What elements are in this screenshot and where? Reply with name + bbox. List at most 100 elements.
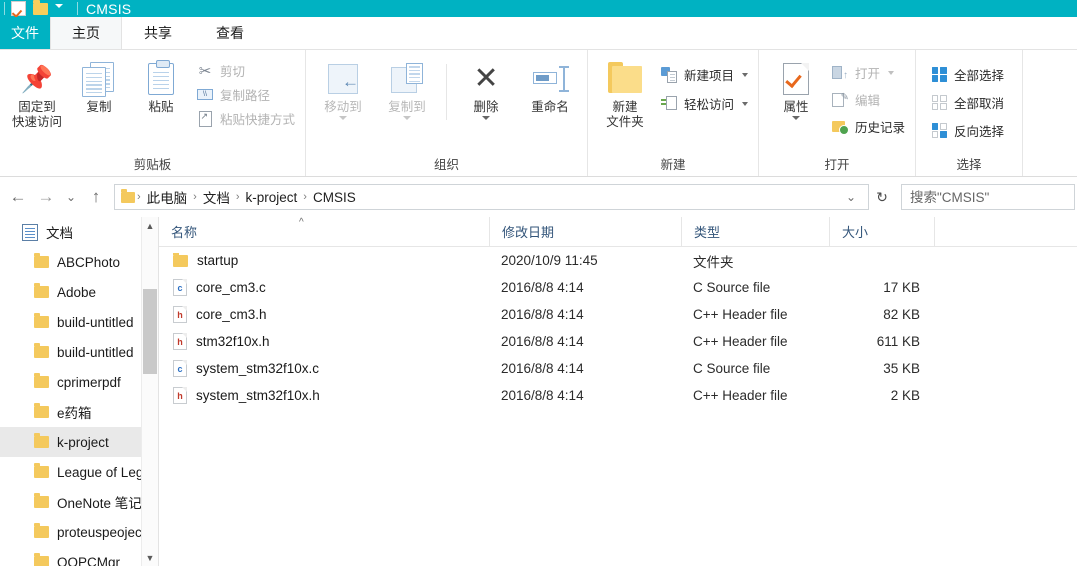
breadcrumb-item-cmsis[interactable]: CMSIS [309, 190, 360, 205]
sidebar-item-eyaoxiang[interactable]: e药箱 [0, 397, 158, 427]
tab-share[interactable]: 共享 [122, 17, 194, 49]
file-name-cell: h stm32f10x.h [159, 333, 489, 350]
ribbon-group-title-select: 选择 [956, 158, 982, 172]
new-folder-button[interactable]: 新建 文件夹 [594, 58, 656, 130]
pin-to-quick-access-button[interactable]: 📌 固定到 快速访问 [6, 58, 68, 130]
copy-button[interactable]: 复制 [68, 58, 130, 115]
breadcrumb-bar[interactable]: › 此电脑 › 文档 › k-project › CMSIS ⌄ [114, 184, 869, 210]
recent-locations-button[interactable]: ⌄ [60, 183, 82, 211]
file-name-label: stm32f10x.h [196, 334, 270, 349]
open-button[interactable]: ↑ 打开 [827, 62, 909, 83]
titlebar-divider-1 [4, 2, 5, 15]
sidebar-scrollbar[interactable]: ▲ ▼ [141, 217, 158, 566]
rename-icon [533, 58, 570, 100]
sidebar-item-proteuspeoject[interactable]: proteuspeoject [0, 517, 158, 547]
tab-home[interactable]: 主页 [50, 17, 122, 49]
invert-selection-button[interactable]: 反向选择 [926, 120, 1008, 141]
refresh-icon[interactable]: ↻ [869, 184, 895, 210]
move-to-button[interactable]: ← 移动到 [312, 58, 374, 120]
history-label: 历史记录 [855, 121, 906, 135]
folder-icon [34, 253, 49, 268]
paste-shortcut-icon [196, 110, 214, 128]
search-input[interactable] [910, 189, 1066, 205]
scrollbar-thumb[interactable] [143, 289, 157, 374]
h-file-icon: h [173, 387, 187, 404]
address-history-caret-icon[interactable]: ⌄ [840, 183, 862, 211]
copy-to-caret-icon[interactable] [403, 116, 412, 120]
new-item-caret-icon[interactable] [742, 72, 749, 77]
breadcrumb-separator: › [193, 191, 197, 203]
up-button[interactable]: ↑ [82, 183, 110, 211]
open-caret-icon[interactable] [888, 70, 895, 75]
sidebar-item-documents[interactable]: 文档 [0, 217, 158, 247]
chevron-up-icon[interactable]: ▲ [142, 217, 158, 234]
h-file-icon: h [173, 306, 187, 323]
search-box[interactable] [901, 184, 1075, 210]
cut-button[interactable]: ✂ 剪切 [192, 60, 299, 81]
rename-button[interactable]: 重命名 [519, 58, 581, 115]
breadcrumb-separator: › [303, 191, 307, 203]
sidebar-item-onenote[interactable]: OneNote 笔记本 [0, 487, 158, 517]
file-date-cell: 2016/8/8 4:14 [501, 388, 584, 403]
folder-icon [34, 343, 49, 358]
sidebar-item-adobe[interactable]: Adobe [0, 277, 158, 307]
easy-access-caret-icon[interactable] [742, 101, 749, 106]
column-header-date[interactable]: 修改日期 [489, 217, 681, 246]
properties-caret-icon[interactable] [792, 116, 801, 120]
sidebar-item-label: QQPCMgr [57, 554, 121, 566]
sidebar-item-k-project[interactable]: k-project [0, 427, 158, 457]
copy-to-button[interactable]: 复制到 [376, 58, 438, 120]
select-none-button[interactable]: 全部取消 [926, 92, 1008, 113]
file-explorer-window: CMSIS 文件 主页 共享 查看 📌 固定到 快速访问 复制 粘贴 ✂ 剪切 … [0, 0, 1077, 566]
h-file-icon: h [173, 333, 187, 350]
sidebar-item-build-untitled-2[interactable]: build-untitled [0, 337, 158, 367]
paste-shortcut-button[interactable]: 粘贴快捷方式 [192, 108, 299, 129]
invert-selection-icon [930, 122, 948, 140]
breadcrumb-item-this-pc[interactable]: 此电脑 [143, 187, 192, 207]
table-row[interactable]: h system_stm32f10x.h 2016/8/8 4:14 C++ H… [159, 382, 1077, 409]
table-row[interactable]: h stm32f10x.h 2016/8/8 4:14 C++ Header f… [159, 328, 1077, 355]
table-row[interactable]: c core_cm3.c 2016/8/8 4:14 C Source file… [159, 274, 1077, 301]
delete-x-icon: ✕ [473, 62, 499, 95]
tab-view[interactable]: 查看 [194, 17, 266, 49]
quick-access-properties-icon[interactable] [11, 0, 27, 17]
table-row[interactable]: h core_cm3.h 2016/8/8 4:14 C++ Header fi… [159, 301, 1077, 328]
history-button[interactable]: 历史记录 [827, 116, 909, 137]
table-row[interactable]: c system_stm32f10x.c 2016/8/8 4:14 C Sou… [159, 355, 1077, 382]
column-header-size[interactable]: 大小 [829, 217, 934, 246]
sidebar-item-qqpcmgr[interactable]: QQPCMgr [0, 547, 158, 566]
properties-button[interactable]: 属性 [765, 58, 827, 120]
ribbon-group-title-organize: 组织 [434, 158, 460, 172]
select-all-button[interactable]: 全部选择 [926, 64, 1008, 85]
sidebar-item-cprimerpdf[interactable]: cprimerpdf [0, 367, 158, 397]
c-file-icon: c [173, 279, 187, 296]
pin-label-line2: 快速访问 [11, 115, 62, 129]
table-row[interactable]: startup 2020/10/9 11:45 文件夹 [159, 247, 1077, 274]
ribbon-group-new: 新建 文件夹 新建项目 轻松访问 新建 [587, 50, 758, 176]
move-to-caret-icon[interactable] [339, 116, 348, 120]
sidebar-item-abcphoto[interactable]: ABCPhoto [0, 247, 158, 277]
chevron-down-icon[interactable]: ▼ [142, 549, 158, 566]
delete-caret-icon[interactable] [482, 116, 491, 120]
new-item-button[interactable]: 新建项目 [656, 64, 752, 85]
edit-button[interactable]: ✎ 编辑 [827, 89, 909, 110]
file-name-label: core_cm3.h [196, 307, 267, 322]
quick-access-customize-icon[interactable] [55, 1, 71, 17]
rename-label: 重命名 [531, 100, 569, 114]
file-size-cell: 82 KB [883, 307, 920, 322]
delete-button[interactable]: ✕ 删除 [455, 58, 517, 120]
back-button[interactable]: ← [4, 183, 32, 211]
column-header-name[interactable]: 名称 ^ [159, 217, 489, 246]
paste-button[interactable]: 粘贴 [130, 58, 192, 115]
sidebar-item-build-untitled-1[interactable]: build-untitled [0, 307, 158, 337]
breadcrumb-item-k-project[interactable]: k-project [242, 190, 302, 205]
new-item-icon [660, 66, 678, 84]
tab-file[interactable]: 文件 [0, 17, 50, 49]
forward-button[interactable]: → [32, 183, 60, 211]
quick-access-new-folder-icon[interactable] [33, 0, 49, 17]
easy-access-button[interactable]: 轻松访问 [656, 93, 752, 114]
sidebar-item-league-of-legends[interactable]: League of Legends [0, 457, 158, 487]
column-header-type[interactable]: 类型 [681, 217, 829, 246]
breadcrumb-item-documents[interactable]: 文档 [199, 187, 234, 207]
copy-path-button[interactable]: \\ 复制路径 [192, 84, 299, 105]
